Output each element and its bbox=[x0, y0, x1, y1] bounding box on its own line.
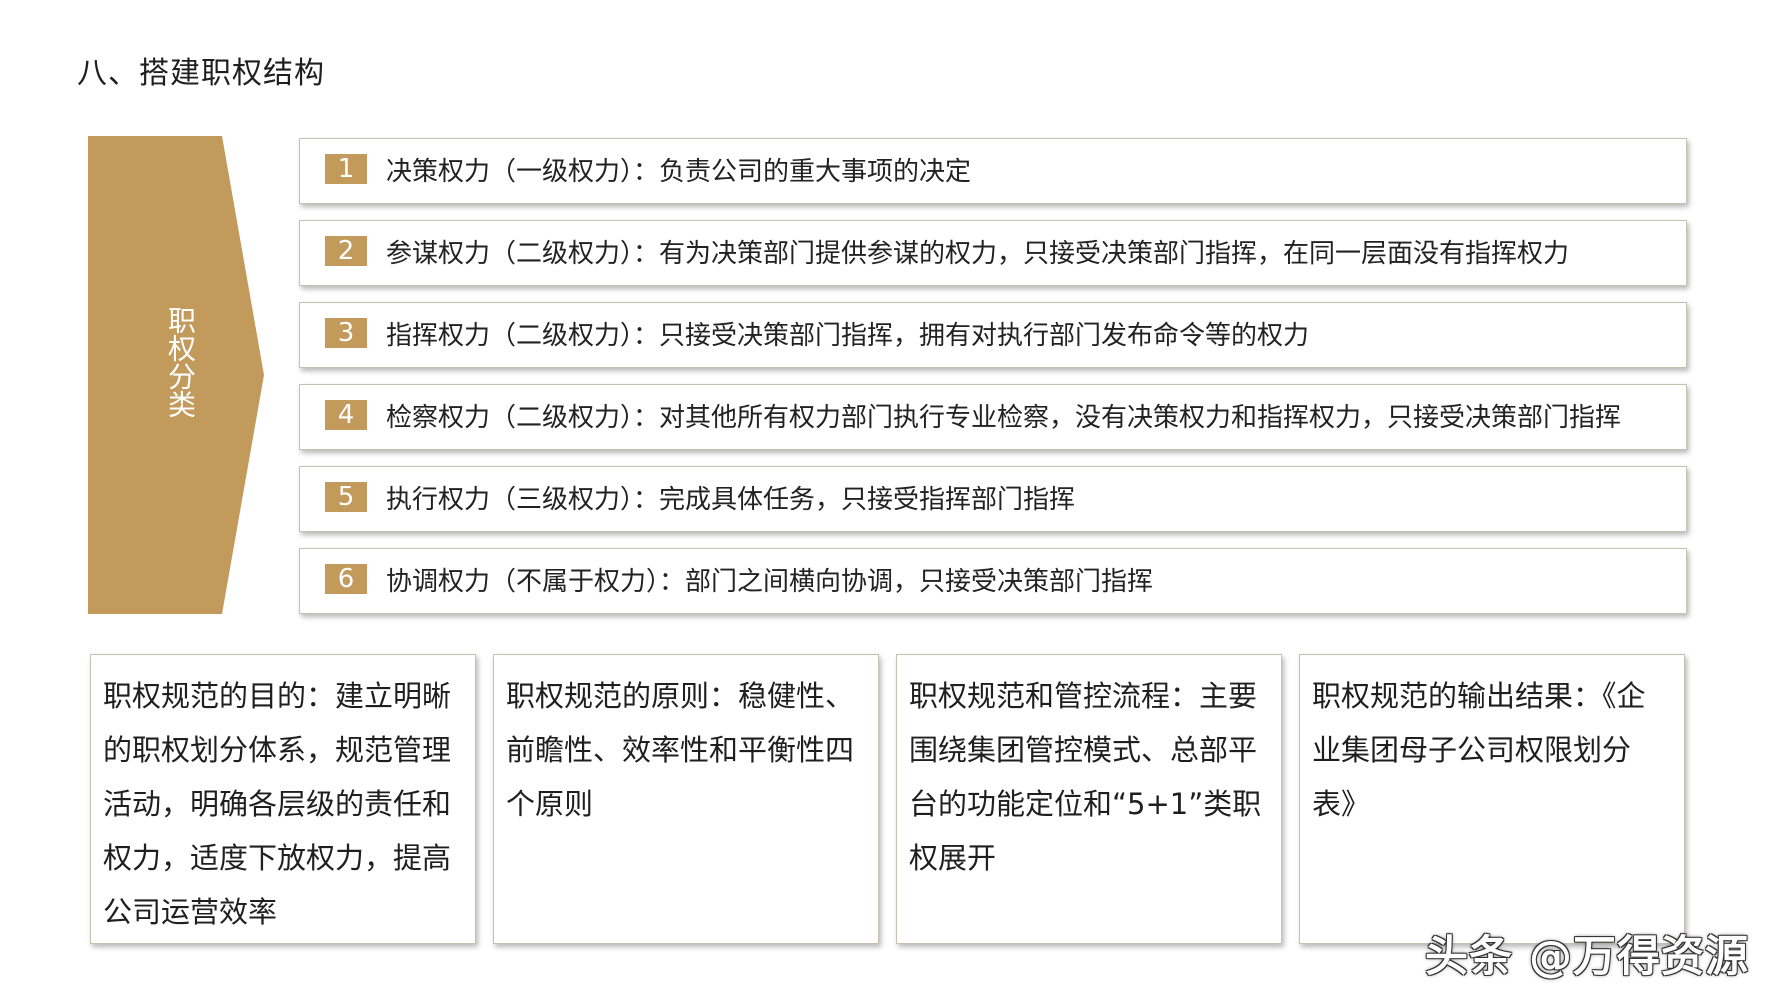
list-item: 3 指挥权力（二级权力）：只接受决策部门指挥，拥有对执行部门发布命令等的权力 bbox=[299, 302, 1687, 368]
info-box-principles: 职权规范的原则：稳健性、前瞻性、效率性和平衡性四个原则 bbox=[493, 654, 879, 944]
item-number-badge: 2 bbox=[325, 236, 367, 266]
info-box-text: 职权规范的输出结果：《企业集团母子公司权限划分表》 bbox=[1312, 679, 1646, 821]
list-item: 5 执行权力（三级权力）：完成具体任务，只接受指挥部门指挥 bbox=[299, 466, 1687, 532]
info-box-text: 职权规范和管控流程：主要围绕集团管控模式、总部平台的功能定位和“5+1”类职权展… bbox=[909, 679, 1262, 875]
info-box-purpose: 职权规范的目的：建立明晰的职权划分体系，规范管理活动，明确各层级的责任和权力，适… bbox=[90, 654, 476, 944]
item-number-badge: 3 bbox=[325, 318, 367, 348]
info-box-process: 职权规范和管控流程：主要围绕集团管控模式、总部平台的功能定位和“5+1”类职权展… bbox=[896, 654, 1282, 944]
info-box-text: 职权规范的目的：建立明晰的职权划分体系，规范管理活动，明确各层级的责任和权力，适… bbox=[103, 679, 452, 929]
list-item: 1 决策权力（一级权力）：负责公司的重大事项的决定 bbox=[299, 138, 1687, 204]
info-box-text: 职权规范的原则：稳健性、前瞻性、效率性和平衡性四个原则 bbox=[506, 679, 855, 821]
list-item: 6 协调权力（不属于权力）：部门之间横向协调，只接受决策部门指挥 bbox=[299, 548, 1687, 614]
item-number-badge: 5 bbox=[325, 482, 367, 512]
item-text: 协调权力（不属于权力）：部门之间横向协调，只接受决策部门指挥 bbox=[386, 567, 1154, 597]
item-text: 检察权力（二级权力）：对其他所有权力部门执行专业检察，没有决策权力和指挥权力，只… bbox=[386, 403, 1622, 433]
item-number-badge: 4 bbox=[325, 400, 367, 430]
item-number-badge: 1 bbox=[325, 154, 367, 184]
page-title: 八、搭建职权结构 bbox=[77, 56, 325, 91]
item-text: 执行权力（三级权力）：完成具体任务，只接受指挥部门指挥 bbox=[386, 485, 1076, 515]
category-label: 职权分类 bbox=[164, 306, 197, 418]
category-chevron: 职权分类 bbox=[88, 136, 264, 614]
list-item: 4 检察权力（二级权力）：对其他所有权力部门执行专业检察，没有决策权力和指挥权力… bbox=[299, 384, 1687, 450]
info-box-output: 职权规范的输出结果：《企业集团母子公司权限划分表》 bbox=[1299, 654, 1685, 944]
item-text: 指挥权力（二级权力）：只接受决策部门指挥，拥有对执行部门发布命令等的权力 bbox=[386, 321, 1310, 351]
list-item: 2 参谋权力（二级权力）：有为决策部门提供参谋的权力，只接受决策部门指挥，在同一… bbox=[299, 220, 1687, 286]
item-text: 参谋权力（二级权力）：有为决策部门提供参谋的权力，只接受决策部门指挥，在同一层面… bbox=[386, 239, 1570, 269]
item-number-badge: 6 bbox=[325, 564, 367, 594]
item-text: 决策权力（一级权力）：负责公司的重大事项的决定 bbox=[386, 157, 972, 187]
watermark: 头条 @万得资源 bbox=[1425, 932, 1749, 982]
